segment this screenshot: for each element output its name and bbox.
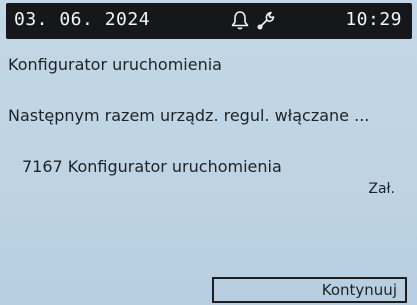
page-title: Konfigurator uruchomienia — [8, 55, 222, 74]
info-message: Następnym razem urządz. regul. włączane … — [8, 106, 370, 125]
display-screen: 03. 06. 2024 10:29 Konfigurator uruchomi… — [0, 0, 417, 305]
time-display: 10:29 — [345, 9, 402, 30]
date-display: 03. 06. 2024 — [14, 9, 151, 30]
bell-icon — [229, 9, 251, 31]
continue-button[interactable]: Kontynuuj — [212, 277, 407, 303]
status-icons — [229, 9, 279, 33]
parameter-value[interactable]: Zał. — [368, 181, 395, 197]
status-bar: 03. 06. 2024 10:29 — [6, 3, 412, 39]
wrench-icon — [255, 9, 277, 31]
parameter-label[interactable]: 7167 Konfigurator uruchomienia — [22, 157, 282, 176]
